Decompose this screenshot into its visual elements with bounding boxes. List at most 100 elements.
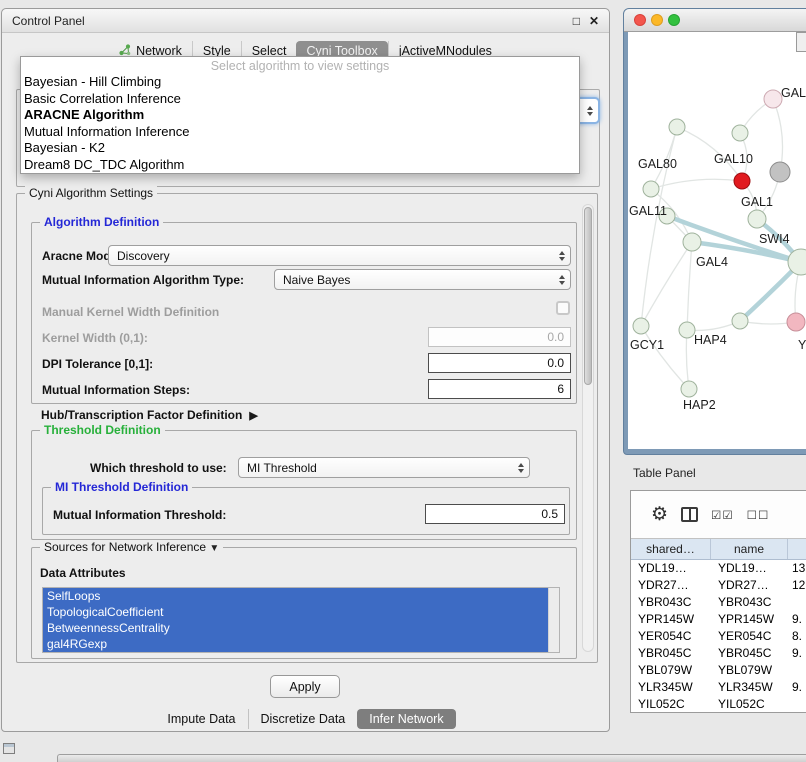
network-view-window: GAL2GAL80GAL10GAL11GAL1SWI4GAL4GCY1HAP4H… [623,8,806,455]
table-row[interactable]: YBR043CYBR043C [631,594,806,611]
table-row[interactable]: YBL079WYBL079W [631,662,806,679]
sources-group-title[interactable]: Sources for Network Inference ▼ [40,540,223,554]
restore-panel-icon[interactable] [3,743,15,754]
hub-definition-label: Hub/Transcription Factor Definition [41,408,242,422]
minimize-traffic-light-icon[interactable] [651,14,663,26]
column-header-name[interactable]: name [711,539,788,559]
bottom-tab-bar: Impute Data Discretize Data Infer Networ… [2,708,609,730]
control-panel-titlebar[interactable]: Control Panel □ ✕ [2,9,609,33]
table-cell: YER054C [711,628,788,645]
close-traffic-light-icon[interactable] [634,14,646,26]
network-window-titlebar[interactable] [624,9,806,32]
canvas-scrollbar[interactable] [796,32,806,52]
manual-kernel-checkbox[interactable] [556,301,570,315]
dropdown-item[interactable]: Mutual Information Inference [21,124,579,141]
window-title: Control Panel [12,14,564,28]
mi-threshold-group-title: MI Threshold Definition [51,480,192,494]
table-cell: YBL079W [631,662,711,679]
network-node[interactable] [669,119,685,135]
tab-impute-data[interactable]: Impute Data [155,709,247,729]
scrollbar-thumb[interactable] [584,207,592,385]
network-node[interactable] [748,210,766,228]
table-cell [788,594,806,611]
table-row[interactable]: YDR27…YDR27…12 [631,577,806,594]
network-edge[interactable] [641,242,692,326]
tab-infer-network[interactable]: Infer Network [357,709,455,729]
dpi-tolerance-field[interactable]: 0.0 [428,353,571,373]
close-icon[interactable]: ✕ [589,15,599,27]
chevron-right-icon: ▶ [249,409,257,422]
algorithm-definition-title: Algorithm Definition [40,215,163,229]
table-cell: YPR145W [631,611,711,628]
network-node[interactable] [732,125,748,141]
column-header-shared-name[interactable]: shared… [631,539,711,559]
network-node[interactable] [732,313,748,329]
hub-definition-toggle[interactable]: Hub/Transcription Factor Definition ▶ [41,408,258,422]
table-row[interactable]: YLR345WYLR345W9. [631,679,806,696]
dropdown-item[interactable]: Bayesian - Hill Climbing [21,74,579,91]
table-cell: YBR043C [631,594,711,611]
network-edge[interactable] [687,242,692,330]
dropdown-item-selected[interactable]: ARACNE Algorithm [21,107,579,124]
network-node[interactable] [643,181,659,197]
combo-value: MI Threshold [247,461,317,475]
chevron-down-icon: ▼ [209,543,219,554]
network-node[interactable] [734,173,750,189]
node-label: GCY1 [630,338,664,352]
dropdown-item[interactable]: Basic Correlation Inference [21,91,579,108]
threshold-definition-group: Threshold Definition Which threshold to … [31,430,577,540]
dropdown-item[interactable]: Bayesian - K2 [21,140,579,157]
table-cell: 9. [788,645,806,662]
node-label: GAL1 [741,195,773,209]
zoom-traffic-light-icon[interactable] [668,14,680,26]
select-all-checks-icon[interactable]: ☑☑ [711,508,734,522]
table-cell [788,662,806,679]
columns-icon[interactable] [681,507,698,522]
algorithm-definition-group: Algorithm Definition Aracne Mode: Discov… [31,222,577,404]
column-header-extra[interactable] [788,539,806,559]
combo-value: Discovery [117,249,170,263]
mi-steps-label: Mutual Information Steps: [42,383,190,397]
attribute-list-item[interactable]: gal4RGexp [43,636,548,652]
attribute-list-item[interactable]: SelfLoops [43,588,548,604]
network-edge[interactable] [686,330,689,389]
node-label: GAL10 [714,152,753,166]
network-node[interactable] [770,162,790,182]
threshold-definition-title: Threshold Definition [40,423,165,437]
network-node[interactable] [787,313,805,331]
list-scrollbar[interactable] [548,588,559,652]
node-label: GAL2 [781,86,806,100]
dropdown-item[interactable]: Dream8 DC_TDC Algorithm [21,157,579,174]
table-cell: YDR27… [631,577,711,594]
table-row[interactable]: YER054CYER054C8. [631,628,806,645]
sources-group: Sources for Network Inference ▼ Data Att… [31,547,577,659]
network-edge[interactable] [773,99,783,172]
network-node[interactable] [764,90,782,108]
kernel-width-field[interactable]: 0.0 [428,327,571,347]
gear-icon[interactable]: ⚙ [651,505,668,524]
network-node[interactable] [683,233,701,251]
network-node[interactable] [679,322,695,338]
attribute-list: SelfLoops TopologicalCoefficient Between… [42,587,560,653]
float-window-icon[interactable]: □ [573,15,580,27]
which-threshold-combobox[interactable]: MI Threshold [238,457,530,478]
table-row[interactable]: YBR045CYBR045C9. [631,645,806,662]
mi-steps-field[interactable]: 6 [428,379,571,399]
table-cell: YBR043C [711,594,788,611]
network-node[interactable] [681,381,697,397]
network-node[interactable] [633,318,649,334]
attribute-list-item[interactable]: TopologicalCoefficient [43,604,548,620]
network-canvas[interactable]: GAL2GAL80GAL10GAL11GAL1SWI4GAL4GCY1HAP4H… [628,32,806,449]
apply-button[interactable]: Apply [270,675,340,698]
table-row[interactable]: YIL052CYIL052C [631,696,806,713]
table-row[interactable]: YPR145WYPR145W9. [631,611,806,628]
mi-threshold-field[interactable]: 0.5 [425,504,565,524]
attribute-list-item[interactable]: BetweennessCentrality [43,620,548,636]
tab-discretize-data[interactable]: Discretize Data [248,709,358,729]
mi-type-combobox[interactable]: Naive Bayes [274,269,571,290]
deselect-all-checks-icon[interactable]: ☐☐ [747,508,770,522]
table-row[interactable]: YDL19…YDL19…13 [631,560,806,577]
aracne-mode-combobox[interactable]: Discovery [108,245,571,266]
table-panel-heading: Table Panel [633,466,696,480]
settings-scrollbar[interactable] [582,204,594,652]
